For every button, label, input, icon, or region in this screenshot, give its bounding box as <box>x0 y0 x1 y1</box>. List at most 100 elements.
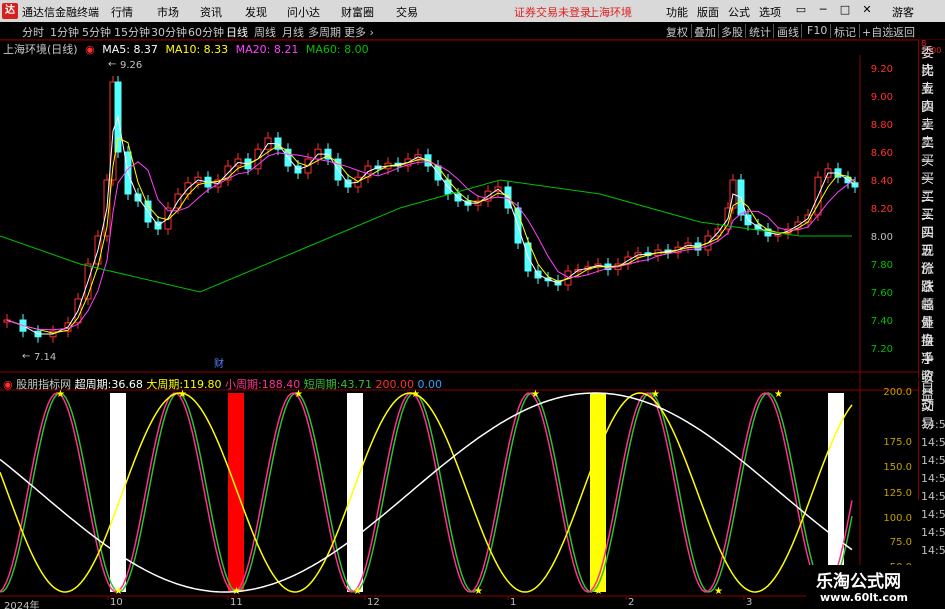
low-marker: ← <box>22 351 30 362</box>
period-15min[interactable]: 15分钟 <box>114 24 150 40</box>
price-tick: 7.80 <box>871 260 893 271</box>
candle <box>814 176 822 216</box>
app-name: 通达信金融终端 <box>22 6 99 19</box>
time-tick: 14:56 <box>921 508 945 521</box>
candle <box>414 154 422 160</box>
period-1min[interactable]: 1分钟 <box>50 24 79 40</box>
side-change-pct[interactable]: 涨幅 <box>919 279 945 313</box>
period-more-label: 更多 <box>344 26 366 39</box>
side-buy3[interactable]: 买三 <box>919 189 945 223</box>
close-icon[interactable]: ✕ <box>859 2 875 18</box>
candle <box>614 263 622 271</box>
ma20-value: 8.21 <box>273 43 299 56</box>
huaxian-button[interactable]: 画线 <box>777 24 799 40</box>
side-buy5[interactable]: 买五 <box>919 225 945 259</box>
chevron-right-icon: › <box>369 26 374 39</box>
minimize-icon[interactable]: ─ <box>815 2 831 18</box>
period-more[interactable]: 更多 › <box>344 24 374 40</box>
side-buy4[interactable]: 买四 <box>919 207 945 241</box>
ind-tick: 75.0 <box>890 537 912 548</box>
candle <box>824 168 832 178</box>
login-warning[interactable]: 证券交易未登录 <box>514 4 591 20</box>
side-sell2[interactable]: 卖二 <box>919 117 945 151</box>
period-weekly[interactable]: 周线 <box>254 24 276 40</box>
biaoji-button[interactable]: 标记 <box>834 24 856 40</box>
candle <box>834 168 842 178</box>
side-change[interactable]: 涨跌 <box>919 261 945 295</box>
f10-button[interactable]: F10 <box>807 24 827 37</box>
moving-average-lines <box>0 115 856 335</box>
tongji-button[interactable]: 统计 <box>749 24 771 40</box>
date-label: 1 <box>510 597 517 608</box>
menu-jiaoyi[interactable]: 交易 <box>396 4 418 20</box>
menu-caifuquan[interactable]: 财富圈 <box>341 4 374 20</box>
menu-zixun[interactable]: 资讯 <box>200 4 222 20</box>
menu-gongshi[interactable]: 公式 <box>728 4 750 20</box>
settings-dot-icon[interactable]: ◉ <box>85 43 95 56</box>
side-sell3[interactable]: 卖三 <box>919 99 945 133</box>
guest-label[interactable]: 游客 <box>892 4 914 20</box>
price-tick: 9.00 <box>871 92 893 103</box>
menu-shichang[interactable]: 市场 <box>157 4 179 20</box>
candle <box>764 228 772 237</box>
side-buy2[interactable]: 买二 <box>919 171 945 205</box>
ma60-label: MA60: <box>305 43 341 56</box>
event-marker[interactable]: 财 <box>214 357 224 370</box>
period-5min[interactable]: 5分钟 <box>82 24 111 40</box>
period-multi[interactable]: 多周期 <box>308 24 341 40</box>
side-auto[interactable]: 自动 <box>919 380 945 414</box>
candle <box>184 182 192 195</box>
side-net-asset[interactable]: 净资 <box>919 351 945 385</box>
toolbar-divider <box>859 24 860 38</box>
candle <box>264 137 272 150</box>
indicator-settings-icon[interactable]: ◉ <box>3 378 13 391</box>
side-sell4[interactable]: 卖四 <box>919 81 945 115</box>
cycle-bar <box>828 393 844 592</box>
side-price[interactable]: 现价 <box>919 243 945 277</box>
quote-side-panel: B 1000 委比 卖五 卖四 卖三 卖二 卖一 买一 买二 买三 买四 买五 现… <box>918 40 945 403</box>
maximize-icon[interactable]: □ <box>837 2 853 18</box>
menu-banmian[interactable]: 版面 <box>697 4 719 20</box>
star-marker: ★ <box>594 586 603 597</box>
time-tick: 14:56 <box>921 454 945 467</box>
fuquan-button[interactable]: 复权 <box>666 24 688 40</box>
menu-gongneng[interactable]: 功能 <box>666 4 688 20</box>
star-marker: ★ <box>714 586 723 597</box>
cycle-wave <box>0 392 853 593</box>
c0-value: 0.00 <box>417 378 442 391</box>
menu-xuanxiang[interactable]: 选项 <box>759 4 781 20</box>
side-trade[interactable]: 交易 <box>919 398 945 432</box>
watermark-title: 乐淘公式网 <box>816 572 901 592</box>
toolbar-divider <box>830 24 831 38</box>
side-outer[interactable]: 外盘 <box>919 315 945 349</box>
side-turnover[interactable]: 换手 <box>919 333 945 367</box>
candle <box>244 158 252 170</box>
side-buy1[interactable]: 买一 <box>919 153 945 187</box>
chart-canvas[interactable]: 9.20 9.00 8.80 8.60 8.40 8.20 8.00 7.80 … <box>0 0 945 609</box>
duogu-button[interactable]: 多股 <box>721 24 743 40</box>
menu-wenxiaoda[interactable]: 问小达 <box>287 4 320 20</box>
side-sell1[interactable]: 卖一 <box>919 135 945 169</box>
candle <box>274 137 282 150</box>
period-60min[interactable]: 60分钟 <box>188 24 224 40</box>
ma20-label: MA20: <box>235 43 271 56</box>
diejia-button[interactable]: 叠加 <box>694 24 716 40</box>
side-volume[interactable]: 总量 <box>919 297 945 331</box>
cycle-bar <box>347 393 363 592</box>
price-tick: 8.00 <box>871 232 893 243</box>
period-daily[interactable]: 日线 <box>226 24 248 40</box>
dropdown-icon[interactable]: ▭ <box>793 2 809 18</box>
menu-hangqing[interactable]: 行情 <box>111 4 133 20</box>
back-button[interactable]: 返回 <box>893 24 915 40</box>
candle <box>534 270 542 279</box>
period-monthly[interactable]: 月线 <box>282 24 304 40</box>
side-sell5[interactable]: 卖五 <box>919 63 945 97</box>
period-fenshi[interactable]: 分时 <box>22 24 44 40</box>
menu-faxian[interactable]: 发现 <box>245 4 267 20</box>
candle <box>364 165 372 178</box>
period-30min[interactable]: 30分钟 <box>151 24 187 40</box>
indicator-name[interactable]: 股朋指标网 <box>16 378 71 391</box>
kline-stock-name[interactable]: 上海环境(日线) <box>3 43 78 56</box>
side-weibi[interactable]: 委比 <box>919 45 945 79</box>
time-tick: 14:56 <box>921 526 945 539</box>
